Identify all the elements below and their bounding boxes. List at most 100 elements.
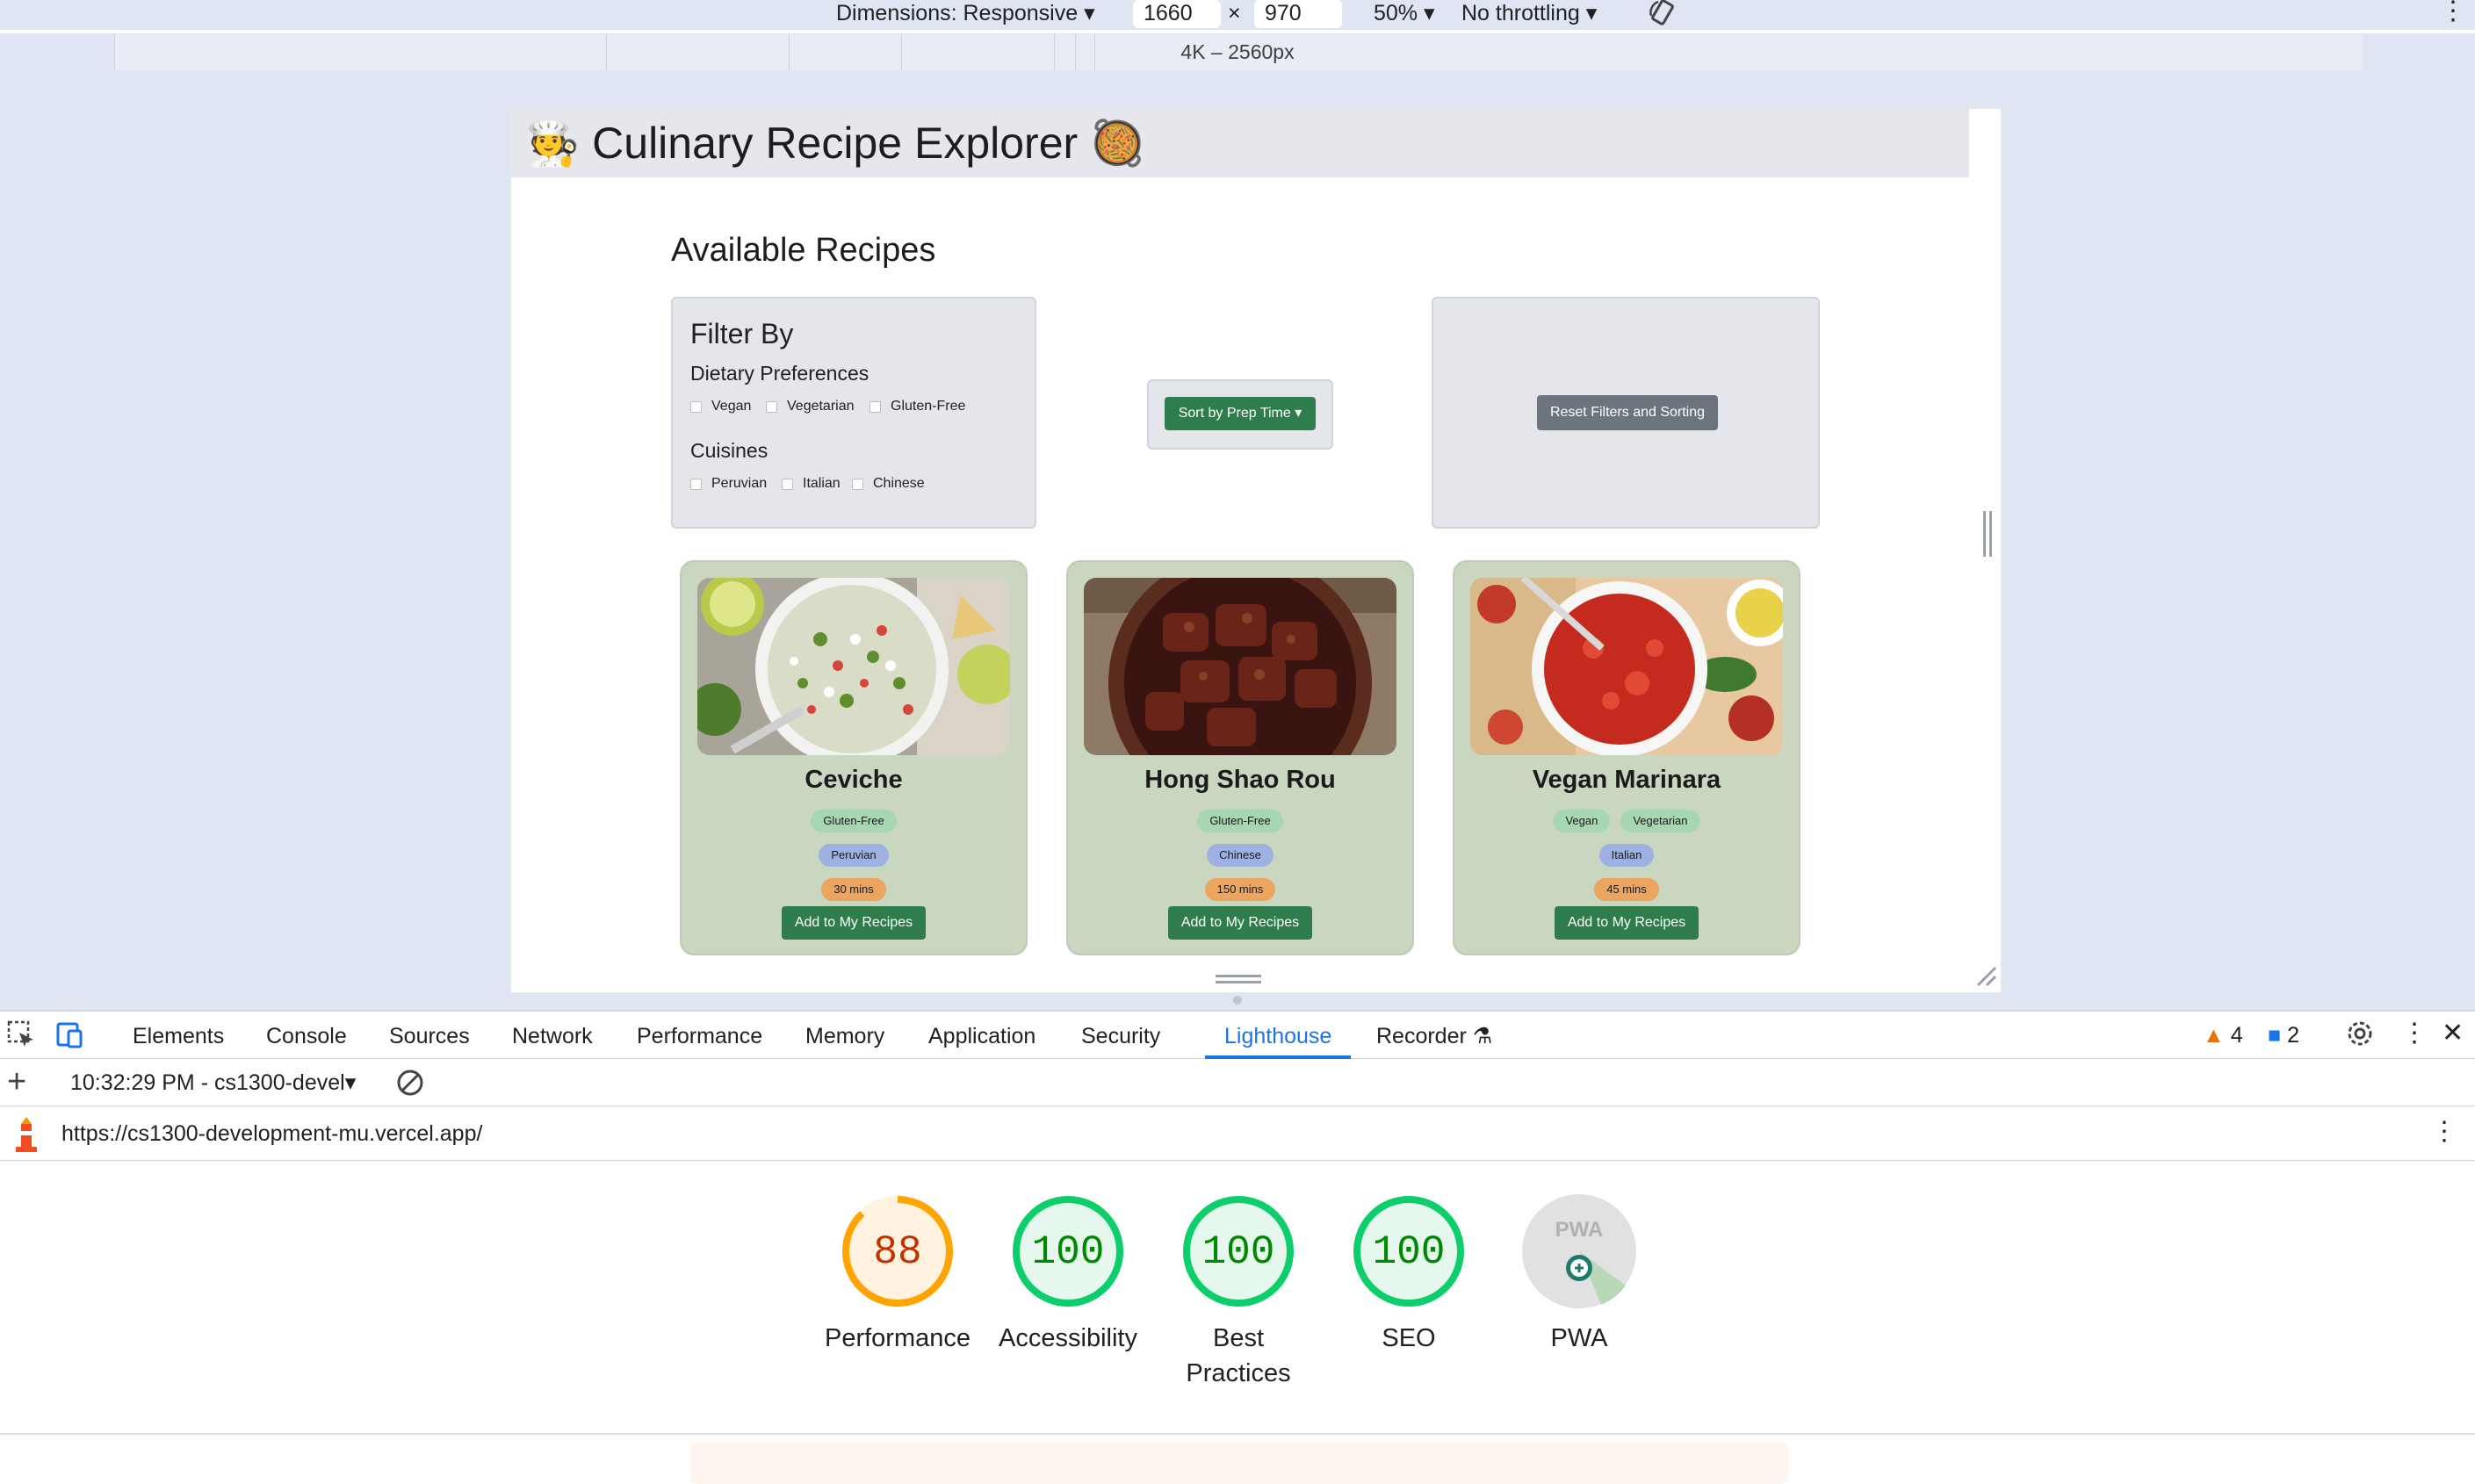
tab-sources[interactable]: Sources bbox=[389, 1012, 470, 1059]
tab-application[interactable]: Application bbox=[928, 1012, 1035, 1059]
report-menu-icon[interactable]: ⋮ bbox=[2431, 1119, 2457, 1145]
checkbox-vegetarian[interactable]: Vegetarian bbox=[766, 399, 855, 414]
warning-triangle-icon: ▲ bbox=[2203, 1023, 2225, 1048]
add-to-my-recipes-button[interactable]: Add to My Recipes bbox=[1555, 906, 1699, 940]
checkbox-label: Peruvian bbox=[711, 476, 768, 491]
gauge-accessibility[interactable]: 100 Accessibility bbox=[980, 1194, 1156, 1356]
height-resize-handle[interactable] bbox=[1216, 973, 1261, 985]
report-url[interactable]: https://cs1300-development-mu.vercel.app… bbox=[61, 1120, 482, 1147]
tab-memory[interactable]: Memory bbox=[805, 1012, 884, 1059]
sort-button[interactable]: Sort by Prep Time ▾ bbox=[1165, 397, 1316, 430]
gauge-best-practices[interactable]: 100 Best Practices bbox=[1151, 1194, 1326, 1391]
throttling-dropdown[interactable]: No throttling ▾ bbox=[1461, 0, 1597, 30]
close-icon[interactable]: ✕ bbox=[2442, 1020, 2464, 1047]
inspect-element-icon[interactable] bbox=[7, 1020, 35, 1053]
score-value: 100 bbox=[1202, 1229, 1275, 1275]
message-icon: ■ bbox=[2268, 1023, 2282, 1048]
runtime-warning-box bbox=[690, 1442, 1788, 1484]
pwa-badge-icon: PWA bbox=[1522, 1194, 1636, 1308]
checkbox-box[interactable] bbox=[690, 478, 702, 490]
dropdown-arrow-icon: ▾ bbox=[1424, 1, 1435, 25]
recipe-name: Vegan Marinara bbox=[1532, 766, 1721, 794]
drawer-drag-dot[interactable] bbox=[1233, 996, 1242, 1005]
tab-elements[interactable]: Elements bbox=[133, 1012, 224, 1059]
ruler-label: 4K – 2560px bbox=[1180, 40, 1295, 63]
media-query-ruler[interactable]: 4K – 2560px bbox=[0, 33, 2475, 70]
tab-network[interactable]: Network bbox=[512, 1012, 593, 1059]
checkbox-peruvian[interactable]: Peruvian bbox=[690, 476, 767, 492]
warnings-counter[interactable]: ▲ 4 bbox=[2203, 1022, 2243, 1048]
recipe-image-ceviche bbox=[697, 578, 1010, 755]
width-resize-handle[interactable] bbox=[1981, 511, 1994, 557]
more-options-icon[interactable]: ⋮ bbox=[2440, 0, 2466, 30]
dietary-heading: Dietary Preferences bbox=[690, 362, 869, 385]
score-ring: 88 bbox=[842, 1196, 953, 1307]
tab-performance[interactable]: Performance bbox=[637, 1012, 762, 1059]
width-input[interactable]: 1660 bbox=[1133, 0, 1221, 28]
device-toolbar-icon[interactable] bbox=[54, 1020, 84, 1053]
score-value: 100 bbox=[1032, 1229, 1105, 1275]
recipe-card: Ceviche Gluten-Free Peruvian 30 mins Add… bbox=[680, 560, 1028, 955]
new-report-plus-icon[interactable]: + bbox=[7, 1065, 26, 1099]
gauge-label: Best Practices bbox=[1186, 1324, 1291, 1387]
lighthouse-logo-icon bbox=[12, 1115, 40, 1158]
cuisine-badge: Peruvian bbox=[819, 844, 889, 867]
checkbox-gluten-free[interactable]: Gluten-Free bbox=[869, 399, 965, 414]
gauge-label: Performance bbox=[824, 1324, 971, 1352]
gauge-performance[interactable]: 88 Performance bbox=[810, 1194, 985, 1356]
checkbox-box[interactable] bbox=[852, 478, 863, 490]
emulated-page: 🧑‍🍳 Culinary Recipe Explorer 🥘 Available… bbox=[509, 107, 2002, 994]
add-to-my-recipes-button[interactable]: Add to My Recipes bbox=[782, 906, 926, 940]
score-ring: 100 bbox=[1353, 1196, 1464, 1307]
messages-count: 2 bbox=[2287, 1023, 2299, 1048]
app-title: 🧑‍🍳 Culinary Recipe Explorer 🥘 bbox=[525, 119, 1145, 168]
recipe-name: Ceviche bbox=[805, 766, 903, 794]
score-value: 88 bbox=[873, 1229, 921, 1275]
reset-button[interactable]: Reset Filters and Sorting bbox=[1537, 395, 1718, 430]
dropdown-arrow-icon: ▾ bbox=[1585, 1, 1598, 25]
reset-panel: Reset Filters and Sorting bbox=[1432, 297, 1820, 529]
customize-menu-icon[interactable]: ⋮ bbox=[2401, 1020, 2428, 1047]
lighthouse-report: 88 Performance 100 Accessibility 100 Best Prac… bbox=[0, 1161, 2475, 1484]
checkbox-chinese[interactable]: Chinese bbox=[852, 476, 925, 492]
dimension-times-sign: × bbox=[1228, 1, 1241, 25]
tab-recorder-label: Recorder bbox=[1376, 1024, 1467, 1048]
height-input[interactable]: 970 bbox=[1254, 0, 1342, 28]
dimensions-label: Dimensions: Responsive bbox=[836, 1, 1079, 25]
diet-badge: Vegan bbox=[1553, 810, 1611, 832]
zoom-dropdown[interactable]: 50% ▾ bbox=[1374, 0, 1435, 30]
checkbox-italian[interactable]: Italian bbox=[782, 476, 841, 492]
gauge-pwa[interactable]: PWA PWA bbox=[1491, 1194, 1667, 1356]
device-toolbar: Dimensions: Responsive ▾ 1660 × 970 50% … bbox=[0, 0, 2475, 30]
dimensions-dropdown[interactable]: Dimensions: Responsive ▾ bbox=[836, 0, 1095, 30]
messages-counter[interactable]: ■ 2 bbox=[2268, 1022, 2299, 1048]
checkbox-box[interactable] bbox=[869, 400, 881, 413]
cuisine-badge: Chinese bbox=[1207, 844, 1274, 867]
tab-recorder[interactable]: Recorder ⚗ bbox=[1376, 1012, 1492, 1059]
prep-time-badge: 150 mins bbox=[1204, 878, 1276, 901]
tab-console[interactable]: Console bbox=[266, 1012, 347, 1059]
tab-lighthouse[interactable]: Lighthouse bbox=[1205, 1012, 1352, 1059]
checkbox-box[interactable] bbox=[766, 400, 777, 413]
gauge-seo[interactable]: 100 SEO bbox=[1321, 1194, 1497, 1356]
cuisine-badge: Italian bbox=[1598, 844, 1655, 867]
sort-panel: Sort by Prep Time ▾ bbox=[1147, 379, 1333, 450]
settings-gear-icon[interactable] bbox=[2345, 1019, 2375, 1053]
dropdown-arrow-icon: ▾ bbox=[1084, 1, 1095, 25]
flask-icon: ⚗ bbox=[1472, 1024, 1493, 1048]
score-ring: 100 bbox=[1183, 1196, 1294, 1307]
diet-badge: Vegetarian bbox=[1620, 810, 1700, 832]
report-url-bar: https://cs1300-development-mu.vercel.app… bbox=[0, 1106, 2475, 1161]
report-selector[interactable]: 10:32:29 PM - cs1300-devel▾ bbox=[70, 1070, 356, 1096]
tab-security[interactable]: Security bbox=[1081, 1012, 1160, 1059]
prep-time-badge: 30 mins bbox=[821, 878, 886, 901]
throttling-label: No throttling bbox=[1461, 1, 1580, 25]
report-session-label: 10:32:29 PM - cs1300-devel bbox=[70, 1070, 345, 1095]
corner-resize-icon[interactable] bbox=[1974, 964, 1997, 991]
clear-reports-icon[interactable] bbox=[395, 1068, 425, 1102]
add-to-my-recipes-button[interactable]: Add to My Recipes bbox=[1168, 906, 1312, 940]
rotate-icon[interactable] bbox=[1648, 0, 1679, 28]
checkbox-vegan[interactable]: Vegan bbox=[690, 399, 751, 414]
checkbox-box[interactable] bbox=[690, 400, 702, 413]
checkbox-box[interactable] bbox=[782, 478, 793, 490]
